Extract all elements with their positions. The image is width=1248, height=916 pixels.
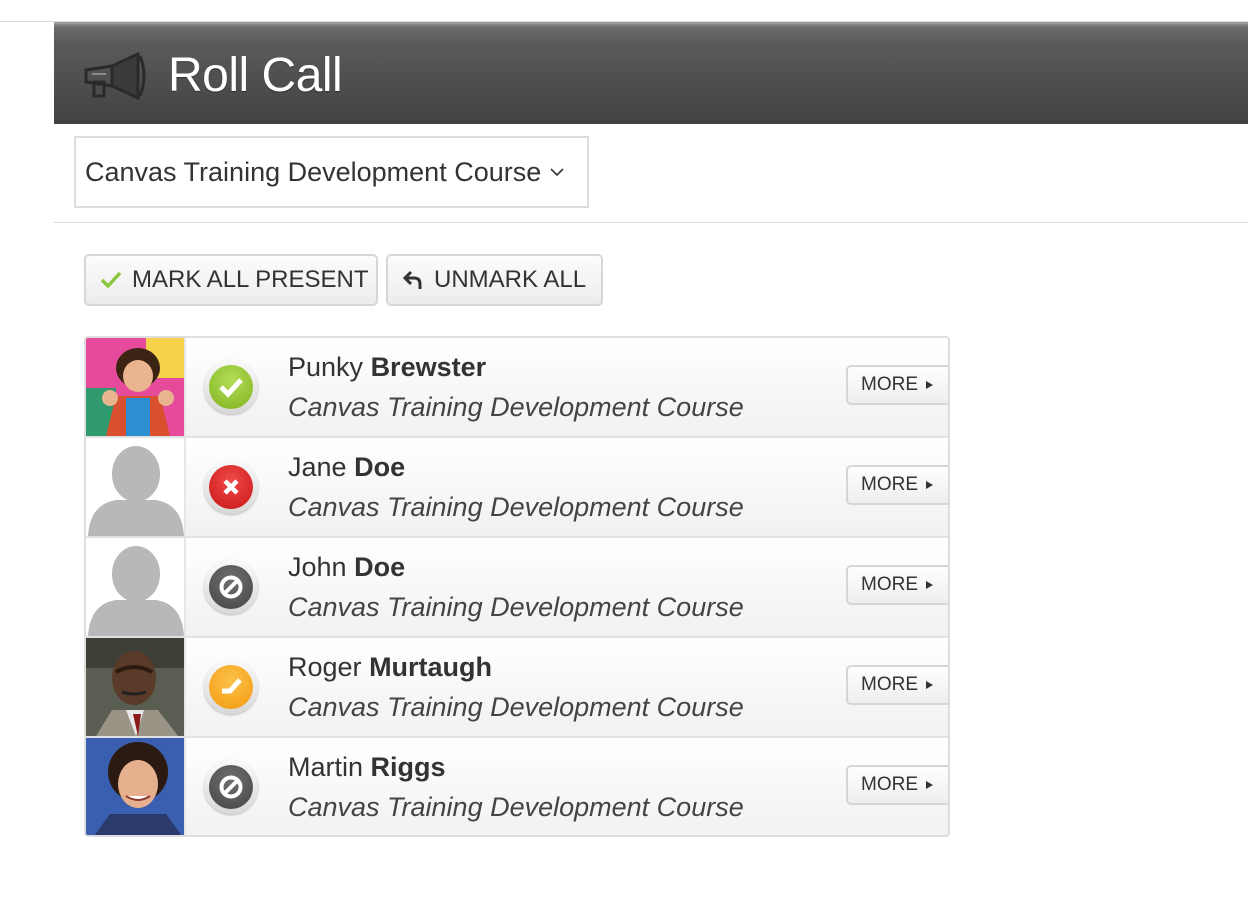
late-clock-icon — [222, 678, 242, 694]
student-course: Canvas Training Development Course — [288, 592, 744, 622]
more-label: MORE — [861, 474, 918, 495]
student-name: Punky Brewster — [288, 352, 487, 382]
more-button[interactable]: MORE — [846, 465, 948, 505]
attendance-status-unmarked[interactable] — [204, 760, 258, 814]
more-label: MORE — [861, 774, 918, 795]
triangle-right-icon — [926, 381, 933, 389]
table-row: Jane Doe Canvas Training Development Cou… — [86, 438, 948, 538]
attendance-status-present[interactable] — [204, 360, 258, 414]
student-name: Jane Doe — [288, 452, 406, 482]
attendance-status-late[interactable] — [204, 660, 258, 714]
avatar — [86, 338, 186, 436]
more-button[interactable]: MORE — [846, 665, 948, 705]
chevron-down-icon — [550, 168, 564, 177]
user-placeholder-icon — [86, 438, 184, 536]
student-course: Canvas Training Development Course — [288, 392, 744, 422]
table-row: Martin Riggs Canvas Training Development… — [86, 738, 948, 835]
avatar — [86, 538, 186, 636]
triangle-right-icon — [926, 681, 933, 689]
student-name: Roger Murtaugh — [288, 652, 493, 682]
megaphone-icon — [84, 52, 146, 101]
unmark-all-label: UNMARK ALL — [434, 266, 587, 293]
section-divider — [54, 222, 1248, 223]
checkmark-icon — [100, 271, 122, 289]
avatar — [86, 438, 186, 536]
more-button[interactable]: MORE — [846, 365, 948, 405]
attendance-status-unmarked[interactable] — [204, 560, 258, 614]
more-label: MORE — [861, 374, 918, 395]
course-select-value: Canvas Training Development Course — [85, 156, 542, 187]
triangle-right-icon — [926, 481, 933, 489]
mark-all-present-button[interactable]: MARK ALL PRESENT — [84, 254, 378, 306]
x-icon — [223, 479, 239, 495]
prohibited-icon — [219, 575, 243, 599]
more-label: MORE — [861, 574, 918, 595]
page-title: Roll Call — [168, 49, 343, 102]
unmark-all-button[interactable]: UNMARK ALL — [386, 254, 603, 306]
prohibited-icon — [219, 775, 243, 799]
more-label: MORE — [861, 674, 918, 695]
triangle-right-icon — [926, 581, 933, 589]
student-course: Canvas Training Development Course — [288, 492, 744, 522]
avatar — [86, 738, 186, 835]
mark-all-present-label: MARK ALL PRESENT — [132, 266, 369, 293]
table-row: Punky Brewster Canvas Training Developme… — [86, 338, 948, 438]
student-course: Canvas Training Development Course — [288, 692, 744, 722]
student-name: Martin Riggs — [288, 752, 446, 782]
student-roster: Punky Brewster Canvas Training Developme… — [84, 336, 950, 837]
undo-icon — [402, 270, 422, 289]
roll-call-app: Roll Call Canvas Training Development Co… — [54, 22, 1248, 916]
triangle-right-icon — [926, 781, 933, 789]
avatar — [86, 638, 186, 736]
checkmark-icon — [219, 378, 243, 398]
user-placeholder-icon — [86, 538, 184, 636]
course-select[interactable]: Canvas Training Development Course — [74, 136, 589, 208]
student-course: Canvas Training Development Course — [288, 792, 744, 822]
app-header: Roll Call — [54, 22, 1248, 124]
more-button[interactable]: MORE — [846, 765, 948, 805]
table-row: Roger Murtaugh Canvas Training Developme… — [86, 638, 948, 738]
table-row: John Doe Canvas Training Development Cou… — [86, 538, 948, 638]
more-button[interactable]: MORE — [846, 565, 948, 605]
student-name: John Doe — [288, 552, 406, 582]
attendance-status-absent[interactable] — [204, 460, 258, 514]
